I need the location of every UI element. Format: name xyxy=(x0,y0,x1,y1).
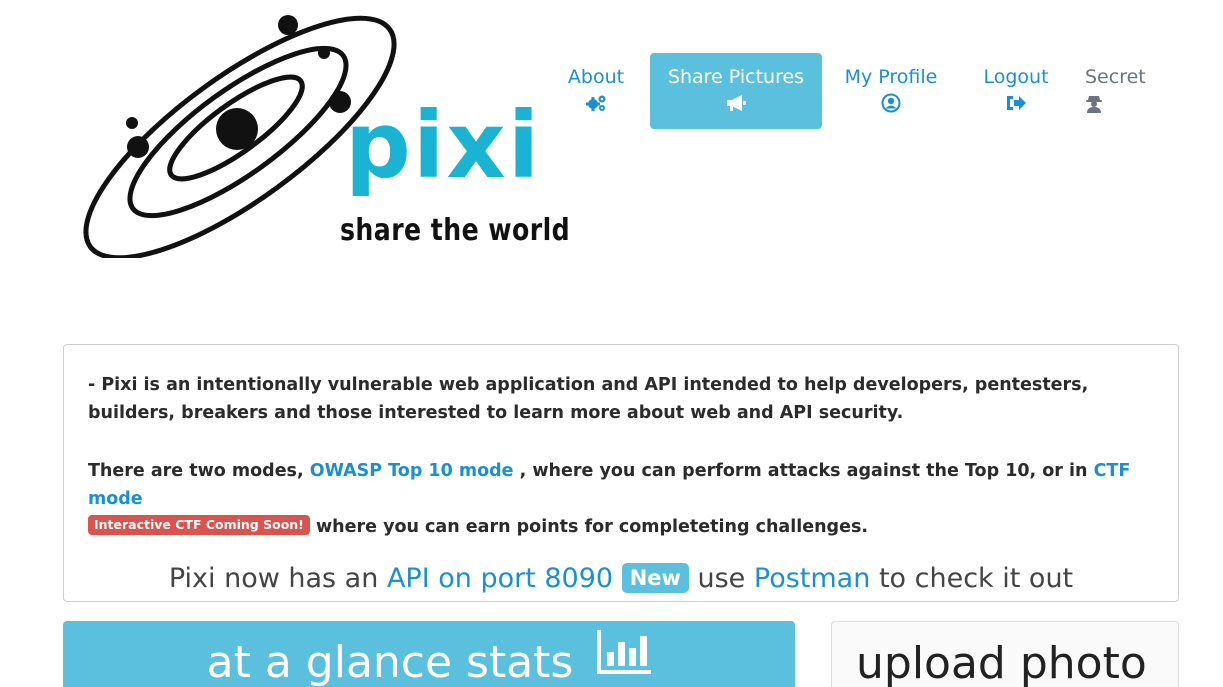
intro-panel: - Pixi is an intentionally vulnerable we… xyxy=(63,344,1179,602)
postman-link[interactable]: Postman xyxy=(754,563,870,594)
nav-logout-label: Logout xyxy=(983,66,1049,88)
nav-item-my-profile[interactable]: My Profile xyxy=(829,53,953,129)
user-secret-icon xyxy=(1085,93,1103,113)
stats-panel-header: at a glance stats xyxy=(63,621,795,687)
user-circle-icon xyxy=(881,93,901,113)
api-text-c: to check it out xyxy=(878,563,1074,594)
main-nav: About Share Pictures My Profile Logout S… xyxy=(548,53,1159,129)
upload-panel-header: upload photo xyxy=(831,621,1179,687)
logo-tagline: share the world xyxy=(340,213,571,248)
modes-text-c: where you can earn points for completeti… xyxy=(315,517,869,537)
nav-about-label: About xyxy=(567,66,625,88)
api-announcement: Pixi now has an API on port 8090 New use… xyxy=(88,559,1154,599)
logo-wordmark: pixi xyxy=(345,92,542,199)
upload-title: upload photo xyxy=(856,638,1147,687)
nav-item-share-pictures[interactable]: Share Pictures xyxy=(650,53,822,129)
gears-icon xyxy=(585,93,607,113)
nav-profile-label: My Profile xyxy=(844,66,938,88)
nav-item-about[interactable]: About xyxy=(548,53,644,129)
nav-item-logout[interactable]: Logout xyxy=(953,53,1079,129)
bullhorn-icon xyxy=(725,93,747,113)
api-port-link[interactable]: API on port 8090 xyxy=(387,563,613,594)
modes-text-b: , where you can perform attacks against … xyxy=(519,461,1088,481)
nav-secret-label: Secret xyxy=(1085,66,1146,88)
ctf-coming-soon-badge: Interactive CTF Coming Soon! xyxy=(88,515,310,535)
api-text-a: Pixi now has an xyxy=(168,563,379,594)
modes-text-a: There are two modes, xyxy=(88,461,304,481)
pixi-logo[interactable]: pixi share the world xyxy=(70,8,570,258)
new-badge: New xyxy=(621,562,689,593)
bar-chart-icon xyxy=(595,630,652,687)
nav-item-secret[interactable]: Secret xyxy=(1079,53,1159,129)
sign-out-icon xyxy=(1006,93,1026,113)
intro-paragraph: - Pixi is an intentionally vulnerable we… xyxy=(88,375,1089,423)
modes-paragraph: There are two modes, OWASP Top 10 mode ,… xyxy=(88,457,1154,541)
owasp-mode-link[interactable]: OWASP Top 10 mode xyxy=(310,461,514,481)
stats-title: at a glance stats xyxy=(206,637,574,687)
api-text-b: use xyxy=(697,563,746,594)
nav-share-label: Share Pictures xyxy=(667,66,805,88)
